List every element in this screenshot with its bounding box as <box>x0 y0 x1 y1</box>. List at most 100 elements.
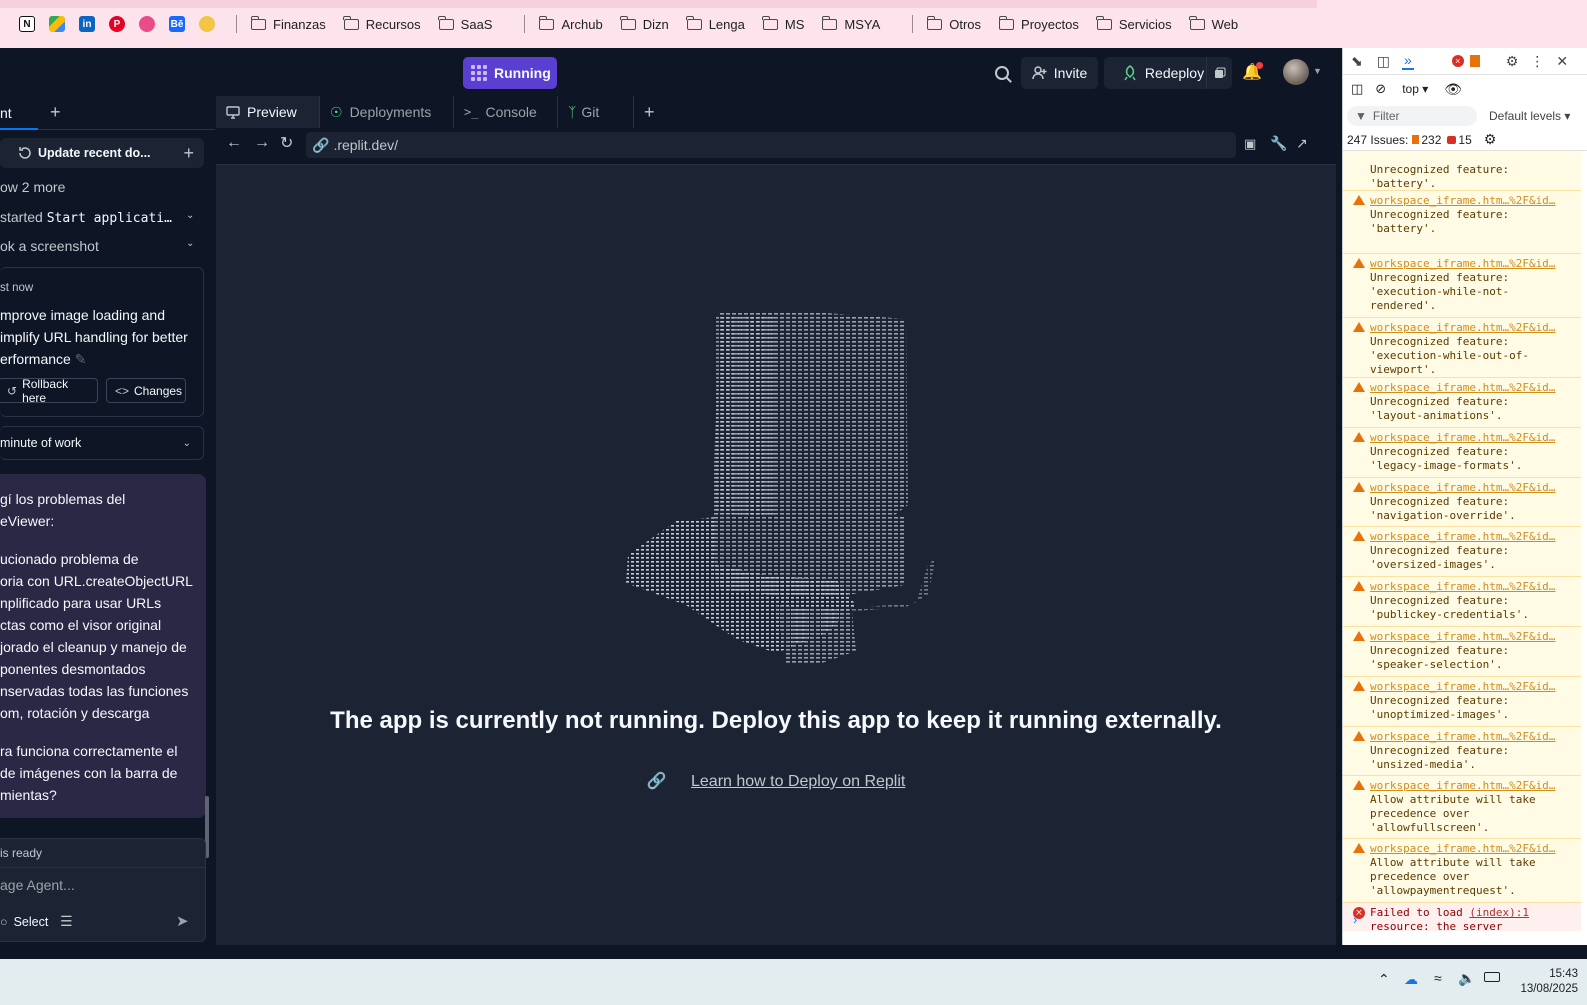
more-panels-icon[interactable]: » <box>1401 52 1414 70</box>
tab-agent[interactable]: nt <box>0 96 38 130</box>
bookmark-folder[interactable]: Web <box>1189 15 1238 32</box>
console-message-partial[interactable]: Unrecognized feature: 'battery'. <box>1343 151 1581 191</box>
console-warning-message[interactable]: workspace_iframe.htm…%2F&id… Unrecognized… <box>1343 677 1581 727</box>
screenshot-step[interactable]: ok a screenshot <box>0 238 99 254</box>
context-selector[interactable]: top ▾ <box>1402 82 1428 96</box>
started-step[interactable]: started Start applicati… <box>0 209 172 226</box>
bookmark-folder[interactable]: Recursos <box>343 15 421 32</box>
devices-icon[interactable]: ▣ <box>1244 136 1256 152</box>
bookmark-folder[interactable]: SaaS <box>438 15 492 32</box>
console-warning-message[interactable]: workspace_iframe.htm…%2F&id… Unrecognized… <box>1343 318 1581 378</box>
console-warning-message[interactable]: workspace_iframe.htm…%2F&id… Allow attrib… <box>1343 776 1581 839</box>
run-status-button[interactable]: Running <box>463 57 557 89</box>
console-warning-message[interactable]: workspace_iframe.htm…%2F&id… Unrecognized… <box>1343 577 1581 627</box>
linkedin-icon[interactable]: in <box>79 16 95 32</box>
chevron-down-icon[interactable]: ⌄ <box>186 210 194 221</box>
source-link[interactable]: workspace_iframe.htm…%2F&id… <box>1370 730 1581 744</box>
add-tab-plus-icon[interactable]: + <box>634 96 665 128</box>
open-external-icon[interactable]: ↗ <box>1296 135 1308 152</box>
new-tab-plus-icon[interactable]: + <box>50 102 61 123</box>
source-link[interactable]: workspace_iframe.htm…%2F&id… <box>1370 842 1581 856</box>
tab-deployments[interactable]: ☉ Deployments <box>320 96 454 128</box>
source-link[interactable]: workspace_iframe.htm…%2F&id… <box>1370 381 1581 395</box>
invite-button[interactable]: Invite <box>1021 57 1098 89</box>
google-drive-icon[interactable] <box>49 16 65 32</box>
source-link[interactable]: workspace_iframe.htm…%2F&id… <box>1370 680 1581 694</box>
bookmark-folder[interactable]: Dizn <box>620 15 669 32</box>
bookmark-app-icon[interactable] <box>199 16 215 32</box>
console-warning-message[interactable]: workspace_iframe.htm…%2F&id… Unrecognized… <box>1343 727 1581 776</box>
learn-deploy-link[interactable]: Learn how to Deploy on Replit <box>691 773 905 790</box>
notion-icon[interactable]: N <box>19 16 35 32</box>
error-count-icon[interactable]: × <box>1451 55 1464 67</box>
chevron-down-icon[interactable]: ⌄ <box>186 238 194 249</box>
console-warning-message[interactable]: workspace_iframe.htm…%2F&id… Unrecognized… <box>1343 527 1581 577</box>
search-button[interactable] <box>986 57 1018 89</box>
settings-sliders-icon[interactable]: ☰ <box>60 913 73 930</box>
console-warning-message[interactable]: workspace_iframe.htm…%2F&id… Unrecognized… <box>1343 478 1581 527</box>
bookmark-folder[interactable]: Proyectos <box>998 15 1079 32</box>
settings-gear-icon[interactable]: ⚙ <box>1506 53 1519 70</box>
select-element-button[interactable]: ○ Select <box>0 915 48 929</box>
onedrive-cloud-icon[interactable]: ☁ <box>1404 971 1418 988</box>
log-levels-dropdown[interactable]: Default levels ▾ <box>1489 109 1570 123</box>
system-clock[interactable]: 15:43 13/08/2025 <box>1518 967 1578 997</box>
warning-count-icon[interactable] <box>1469 55 1480 67</box>
bookmark-folder[interactable]: Lenga <box>686 15 745 32</box>
url-input[interactable]: 🔗 .replit.dev/ <box>306 132 1236 158</box>
chevron-down-icon[interactable]: ▼ <box>1313 66 1322 76</box>
deploy-options-button[interactable] <box>1206 57 1232 89</box>
edit-pencil-icon[interactable]: ✎ <box>75 351 87 367</box>
bookmark-folder[interactable]: Archub <box>538 15 603 32</box>
console-warning-message[interactable]: workspace_iframe.htm…%2F&id… Unrecognized… <box>1343 627 1581 677</box>
show-more-link[interactable]: ow 2 more <box>0 179 65 195</box>
sidebar-toggle-icon[interactable]: ◫ <box>1351 81 1363 97</box>
pinterest-icon[interactable]: P <box>109 16 125 32</box>
source-link[interactable]: workspace_iframe.htm…%2F&id… <box>1370 779 1581 793</box>
add-plus-icon[interactable]: + <box>183 143 194 164</box>
bookmark-folder[interactable]: Finanzas <box>250 15 326 32</box>
console-prompt-chevron-icon[interactable]: › <box>1353 912 1357 927</box>
issues-row[interactable]: 247 Issues: 232 15 ⚙ <box>1343 129 1587 151</box>
source-link[interactable]: workspace_iframe.htm…%2F&id… <box>1370 194 1581 208</box>
bookmark-folder[interactable]: MS <box>762 15 804 32</box>
agent-message-input[interactable]: age Agent... <box>0 877 75 893</box>
console-error-message[interactable]: × Failed to load (index):1 resource: the s… <box>1343 903 1581 931</box>
source-link[interactable]: (index):1 <box>1469 906 1529 919</box>
source-link[interactable]: workspace_iframe.htm…%2F&id… <box>1370 257 1581 271</box>
inspect-icon[interactable]: ⬊ <box>1351 53 1363 70</box>
source-link[interactable]: workspace_iframe.htm…%2F&id… <box>1370 321 1581 335</box>
tab-console[interactable]: >_ Console <box>454 96 558 128</box>
tab-git[interactable]: ᛉ Git <box>558 96 634 128</box>
wrench-icon[interactable]: 🔧 <box>1270 135 1287 152</box>
bookmark-folder[interactable]: Servicios <box>1096 15 1172 32</box>
user-avatar[interactable] <box>1283 59 1309 85</box>
source-link[interactable]: workspace_iframe.htm…%2F&id… <box>1370 630 1581 644</box>
forward-arrow-icon[interactable]: → <box>254 134 270 152</box>
bookmark-folder[interactable]: Otros <box>926 15 981 32</box>
reload-icon[interactable]: ↻ <box>280 133 293 153</box>
eye-icon[interactable]: 👁 <box>1444 81 1462 98</box>
behance-icon[interactable]: Bē <box>169 16 185 32</box>
changes-button[interactable]: <> Changes <box>106 378 186 403</box>
source-link[interactable]: workspace_iframe.htm…%2F&id… <box>1370 431 1581 445</box>
wifi-icon[interactable]: ≈ <box>1434 970 1442 986</box>
console-warning-message[interactable]: workspace_iframe.htm…%2F&id… Unrecognized… <box>1343 428 1581 478</box>
tab-preview[interactable]: Preview <box>216 96 320 128</box>
console-warning-message[interactable]: workspace_iframe.htm…%2F&id… Unrecognized… <box>1343 378 1581 428</box>
send-icon[interactable]: ➤ <box>176 912 189 930</box>
bookmark-folder[interactable]: MSYA <box>821 15 880 32</box>
issues-settings-gear-icon[interactable]: ⚙ <box>1484 131 1497 148</box>
console-warning-message[interactable]: workspace_iframe.htm…%2F&id… Unrecognized… <box>1343 191 1581 254</box>
clear-console-icon[interactable]: ⊘ <box>1375 81 1386 97</box>
chevron-up-icon[interactable]: ⌃ <box>1378 971 1390 988</box>
close-icon[interactable]: ✕ <box>1556 53 1568 70</box>
source-link[interactable]: workspace_iframe.htm…%2F&id… <box>1370 580 1581 594</box>
battery-icon[interactable] <box>1484 972 1500 982</box>
console-warning-message[interactable]: workspace_iframe.htm…%2F&id… Allow attrib… <box>1343 839 1581 903</box>
device-toggle-icon[interactable]: ◫ <box>1377 53 1390 70</box>
redeploy-button[interactable]: Redeploy <box>1104 57 1222 89</box>
console-filter-input[interactable]: ▼ Filter <box>1347 106 1477 126</box>
checkpoint-card[interactable]: Update recent do... + <box>0 138 204 168</box>
source-link[interactable]: workspace_iframe.htm…%2F&id… <box>1370 481 1581 495</box>
